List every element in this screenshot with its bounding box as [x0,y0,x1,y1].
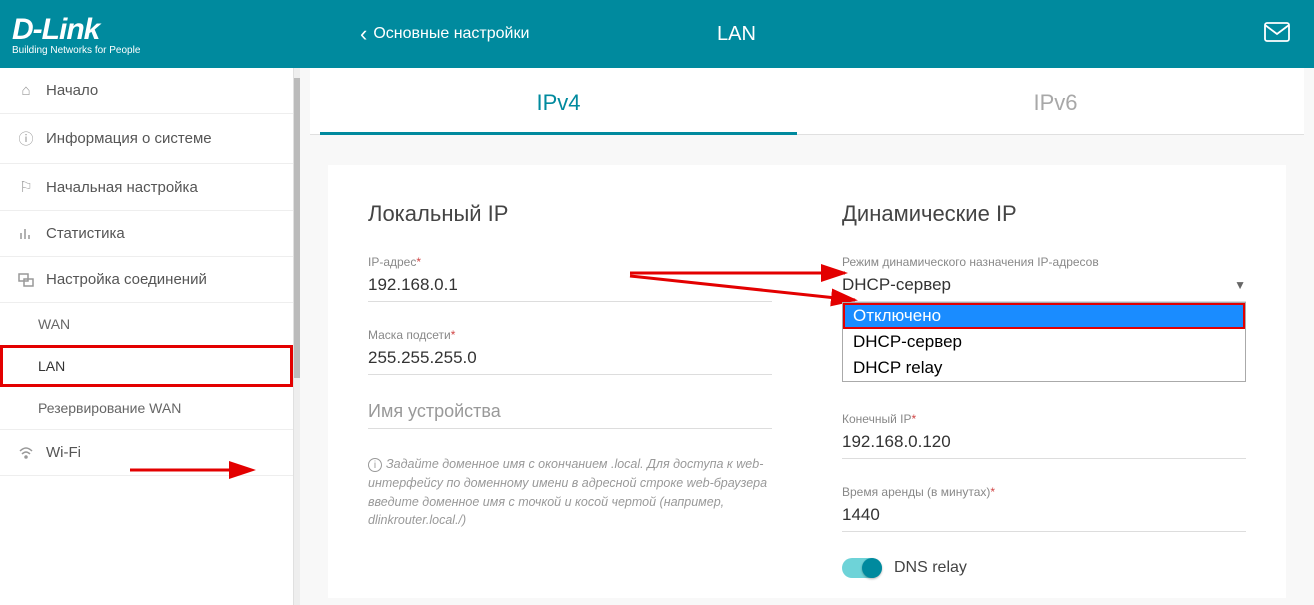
tab-ipv4[interactable]: IPv4 [310,68,807,134]
ip-address-label: IP-адрес* [368,255,772,269]
wifi-icon [16,446,36,460]
dynamic-ip-title: Динамические IP [842,201,1246,227]
dropdown-option-dhcp-relay[interactable]: DHCP relay [843,355,1245,381]
end-ip-input[interactable] [842,432,1246,459]
brand-logo: D-Link Building Networks for People [0,13,310,56]
dhcp-mode-field: Режим динамического назначения IP-адресо… [842,255,1246,302]
device-name-field: Имя устройства [368,401,772,429]
dropdown-option-disabled[interactable]: Отключено [843,303,1245,329]
tabs: IPv4 IPv6 [310,68,1304,135]
sidebar-sub-label: Резервирование WAN [38,400,181,416]
info-icon: i [368,458,382,472]
ip-address-field: IP-адрес* [368,255,772,302]
dynamic-ip-column: Динамические IP Режим динамического назн… [842,201,1246,578]
lease-time-field: Время аренды (в минутах)* [842,485,1246,532]
sidebar-item-label: Начало [46,82,98,99]
settings-panel: Локальный IP IP-адрес* Маска подсети* Им… [328,165,1286,598]
dropdown-option-dhcp-server[interactable]: DHCP-сервер [843,329,1245,355]
tab-label: IPv6 [1033,90,1077,115]
sidebar: ⌂ Начало ⓘ Информация о системе ⚐ Началь… [0,68,294,605]
local-ip-title: Локальный IP [368,201,772,227]
end-ip-field: Конечный IP* [842,412,1246,459]
sidebar-item-statistics[interactable]: Статистика [0,211,293,257]
lease-time-input[interactable] [842,505,1246,532]
app-header: D-Link Building Networks for People ‹ Ос… [0,0,1314,68]
caret-down-icon: ▼ [1234,278,1246,292]
end-ip-label: Конечный IP* [842,412,1246,426]
lease-time-label: Время аренды (в минутах)* [842,485,1246,499]
sidebar-item-connections[interactable]: Настройка соединений [0,257,293,303]
dns-relay-toggle[interactable] [842,558,882,578]
sidebar-item-label: Начальная настройка [46,179,198,196]
brand-tagline: Building Networks for People [12,45,310,56]
sidebar-item-label: Wi-Fi [46,444,81,461]
back-button[interactable]: ‹ Основные настройки [360,21,529,47]
sidebar-item-label: Информация о системе [46,130,212,147]
subnet-mask-label: Маска подсети* [368,328,772,342]
brand-name: D-Link [12,13,99,46]
sidebar-sub-wan[interactable]: WAN [0,303,293,345]
sidebar-sub-label: WAN [38,316,70,332]
device-name-input[interactable]: Имя устройства [368,401,772,429]
chevron-left-icon: ‹ [360,21,367,47]
stats-icon [16,227,36,241]
sidebar-sub-wan-reserve[interactable]: Резервирование WAN [0,387,293,429]
connection-icon [16,273,36,287]
sidebar-item-home[interactable]: ⌂ Начало [0,68,293,114]
dhcp-mode-value: DHCP-сервер [842,275,1234,295]
sidebar-item-label: Статистика [46,225,125,242]
tab-ipv6[interactable]: IPv6 [807,68,1304,134]
info-icon: ⓘ [16,128,36,149]
mail-icon[interactable] [1264,22,1290,47]
home-icon: ⌂ [16,82,36,99]
sidebar-item-initial-setup[interactable]: ⚐ Начальная настройка [0,164,293,211]
subnet-mask-input[interactable] [368,348,772,375]
dns-relay-row: DNS relay [842,558,1246,578]
subnet-mask-field: Маска подсети* [368,328,772,375]
tab-label: IPv4 [536,90,580,115]
dhcp-mode-dropdown: Отключено DHCP-сервер DHCP relay [842,302,1246,382]
sidebar-sub-label: LAN [38,358,65,374]
dhcp-mode-label: Режим динамического назначения IP-адресо… [842,255,1246,269]
back-label: Основные настройки [373,25,529,43]
dns-relay-label: DNS relay [894,559,967,577]
sidebar-item-label: Настройка соединений [46,271,207,288]
domain-hint: iЗадайте доменное имя с окончанием .loca… [368,455,772,530]
local-ip-column: Локальный IP IP-адрес* Маска подсети* Им… [368,201,772,578]
sidebar-item-sysinfo[interactable]: ⓘ Информация о системе [0,114,293,164]
ip-address-input[interactable] [368,275,772,302]
pin-icon: ⚐ [16,178,36,196]
page-title: LAN [717,23,756,46]
sidebar-sub-lan[interactable]: LAN [0,345,293,387]
sidebar-item-wifi[interactable]: Wi-Fi [0,429,293,476]
dhcp-mode-select[interactable]: DHCP-сервер ▼ [842,275,1246,302]
main-content: IPv4 IPv6 Локальный IP IP-адрес* Маска п… [300,68,1314,605]
